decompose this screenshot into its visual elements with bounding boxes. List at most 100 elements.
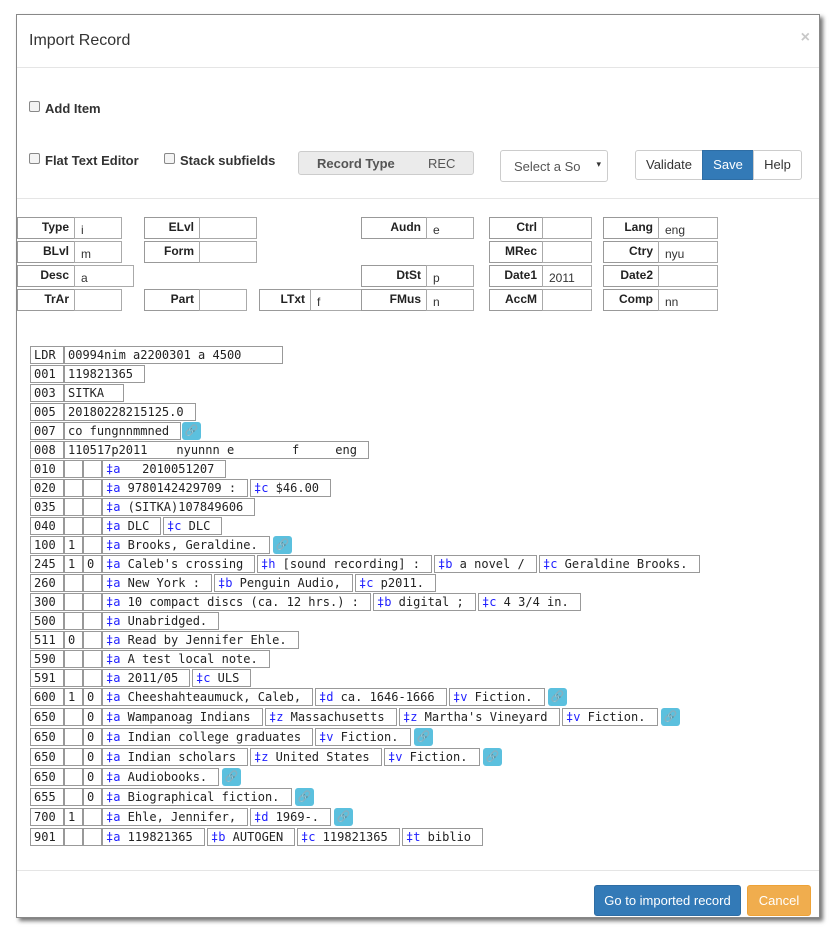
marc-tag[interactable]: 650 [30,748,64,766]
marc-subfield[interactable]: ‡z Martha's Vineyard [399,708,560,726]
marc-tag[interactable]: 005 [30,403,64,421]
marc-tag[interactable]: 300 [30,593,64,611]
marc-indicator-1[interactable] [64,650,83,668]
link-icon[interactable]: 🔗 [483,748,502,766]
link-icon[interactable]: 🔗 [222,768,241,786]
marc-subfield[interactable]: ‡d 1969-. [250,808,331,826]
marc-indicator-1[interactable] [64,498,83,516]
marc-tag[interactable]: 100 [30,536,64,554]
marc-subfield[interactable]: ‡a 2011/05 [102,669,190,687]
marc-subfield[interactable]: ‡h [sound recording] : [257,555,432,573]
marc-tag[interactable]: 245 [30,555,64,573]
marc-tag[interactable]: 901 [30,828,64,846]
marc-indicator-1[interactable] [64,768,83,786]
marc-subfield[interactable]: ‡a Biographical fiction. [102,788,292,806]
marc-subfield[interactable]: ‡a (SITKA)107849606 [102,498,255,516]
marc-subfield[interactable]: ‡v Fiction. [562,708,658,726]
marc-subfield[interactable]: ‡a Read by Jennifer Ehle. [102,631,299,649]
marc-subfield[interactable]: ‡z Massachusetts [265,708,397,726]
marc-control-value[interactable]: 119821365 [64,365,145,383]
flat-text-editor-checkbox[interactable]: Flat Text Editor [29,153,139,168]
marc-subfield[interactable]: ‡a 9780142429709 : [102,479,248,497]
marc-indicator-2[interactable] [83,631,102,649]
marc-tag[interactable]: 650 [30,728,64,746]
marc-tag[interactable]: 591 [30,669,64,687]
marc-subfield[interactable]: ‡a Brooks, Geraldine. [102,536,270,554]
fixed-field-input[interactable] [199,241,257,263]
fixed-field-input[interactable]: eng [658,217,718,239]
marc-indicator-1[interactable] [64,460,83,478]
marc-indicator-2[interactable] [83,612,102,630]
marc-subfield[interactable]: ‡b digital ; [373,593,476,611]
marc-indicator-2[interactable] [83,808,102,826]
marc-indicator-1[interactable]: 1 [64,688,83,706]
marc-control-value[interactable]: SITKA [64,384,124,402]
marc-subfield[interactable]: ‡a Indian scholars [102,748,248,766]
marc-indicator-1[interactable] [64,708,83,726]
marc-subfield[interactable]: ‡a Ehle, Jennifer, [102,808,248,826]
checkbox-box[interactable] [164,153,175,164]
marc-indicator-1[interactable] [64,828,83,846]
link-icon[interactable]: 🔗 [273,536,292,554]
marc-subfield[interactable]: ‡c ULS [192,669,251,687]
marc-tag[interactable]: 020 [30,479,64,497]
help-button[interactable]: Help [753,150,802,180]
marc-subfield[interactable]: ‡a DLC [102,517,161,535]
fixed-field-input[interactable]: f [310,289,366,311]
marc-indicator-1[interactable] [64,479,83,497]
marc-control-value[interactable]: 110517p2011 nyunnn e f eng [64,441,369,459]
marc-tag[interactable]: LDR [30,346,64,364]
marc-subfield[interactable]: ‡c 4 3/4 in. [478,593,581,611]
marc-indicator-1[interactable] [64,788,83,806]
marc-indicator-1[interactable] [64,728,83,746]
fixed-field-input[interactable] [542,217,592,239]
link-icon[interactable]: 🔗 [295,788,314,806]
marc-indicator-2[interactable] [83,669,102,687]
marc-tag[interactable]: 007 [30,422,64,440]
validate-button[interactable]: Validate [635,150,703,180]
marc-tag[interactable]: 040 [30,517,64,535]
marc-tag[interactable]: 650 [30,708,64,726]
marc-indicator-1[interactable] [64,593,83,611]
marc-tag[interactable]: 600 [30,688,64,706]
fixed-field-input[interactable] [74,289,122,311]
marc-indicator-1[interactable] [64,574,83,592]
marc-tag[interactable]: 035 [30,498,64,516]
marc-indicator-2[interactable] [83,479,102,497]
fixed-field-input[interactable] [542,289,592,311]
marc-tag[interactable]: 010 [30,460,64,478]
marc-tag[interactable]: 700 [30,808,64,826]
marc-indicator-1[interactable] [64,612,83,630]
marc-subfield[interactable]: ‡a Indian college graduates [102,728,313,746]
link-icon[interactable]: 🔗 [661,708,680,726]
marc-subfield[interactable]: ‡d ca. 1646-1666 [315,688,447,706]
close-icon[interactable]: × [801,29,810,47]
marc-subfield[interactable]: ‡b a novel / [434,555,537,573]
marc-leader-value[interactable]: 00994nim a2200301 a 4500 [64,346,283,364]
marc-indicator-2[interactable] [83,593,102,611]
marc-indicator-2[interactable]: 0 [83,748,102,766]
fixed-field-input[interactable] [542,241,592,263]
marc-tag[interactable]: 650 [30,768,64,786]
marc-tag[interactable]: 008 [30,441,64,459]
checkbox-box[interactable] [29,153,40,164]
marc-tag[interactable]: 511 [30,631,64,649]
marc-subfield[interactable]: ‡a 10 compact discs (ca. 12 hrs.) : [102,593,371,611]
marc-indicator-2[interactable] [83,650,102,668]
marc-subfield[interactable]: ‡z United States [250,748,382,766]
marc-indicator-2[interactable] [83,536,102,554]
marc-indicator-2[interactable] [83,517,102,535]
link-icon[interactable]: 🔗 [548,688,567,706]
marc-indicator-2[interactable] [83,498,102,516]
marc-subfield[interactable]: ‡a A test local note. [102,650,270,668]
link-icon[interactable]: 🔗 [414,728,433,746]
marc-subfield[interactable]: ‡v Fiction. [315,728,411,746]
marc-subfield[interactable]: ‡a Audiobooks. [102,768,219,786]
marc-indicator-2[interactable] [83,574,102,592]
marc-subfield[interactable]: ‡c $46.00 [250,479,331,497]
source-select[interactable]: Select a So ▾ [500,150,608,182]
marc-indicator-2[interactable]: 0 [83,728,102,746]
marc-indicator-1[interactable]: 1 [64,808,83,826]
save-button[interactable]: Save [702,150,754,180]
marc-subfield[interactable]: ‡a New York : [102,574,212,592]
